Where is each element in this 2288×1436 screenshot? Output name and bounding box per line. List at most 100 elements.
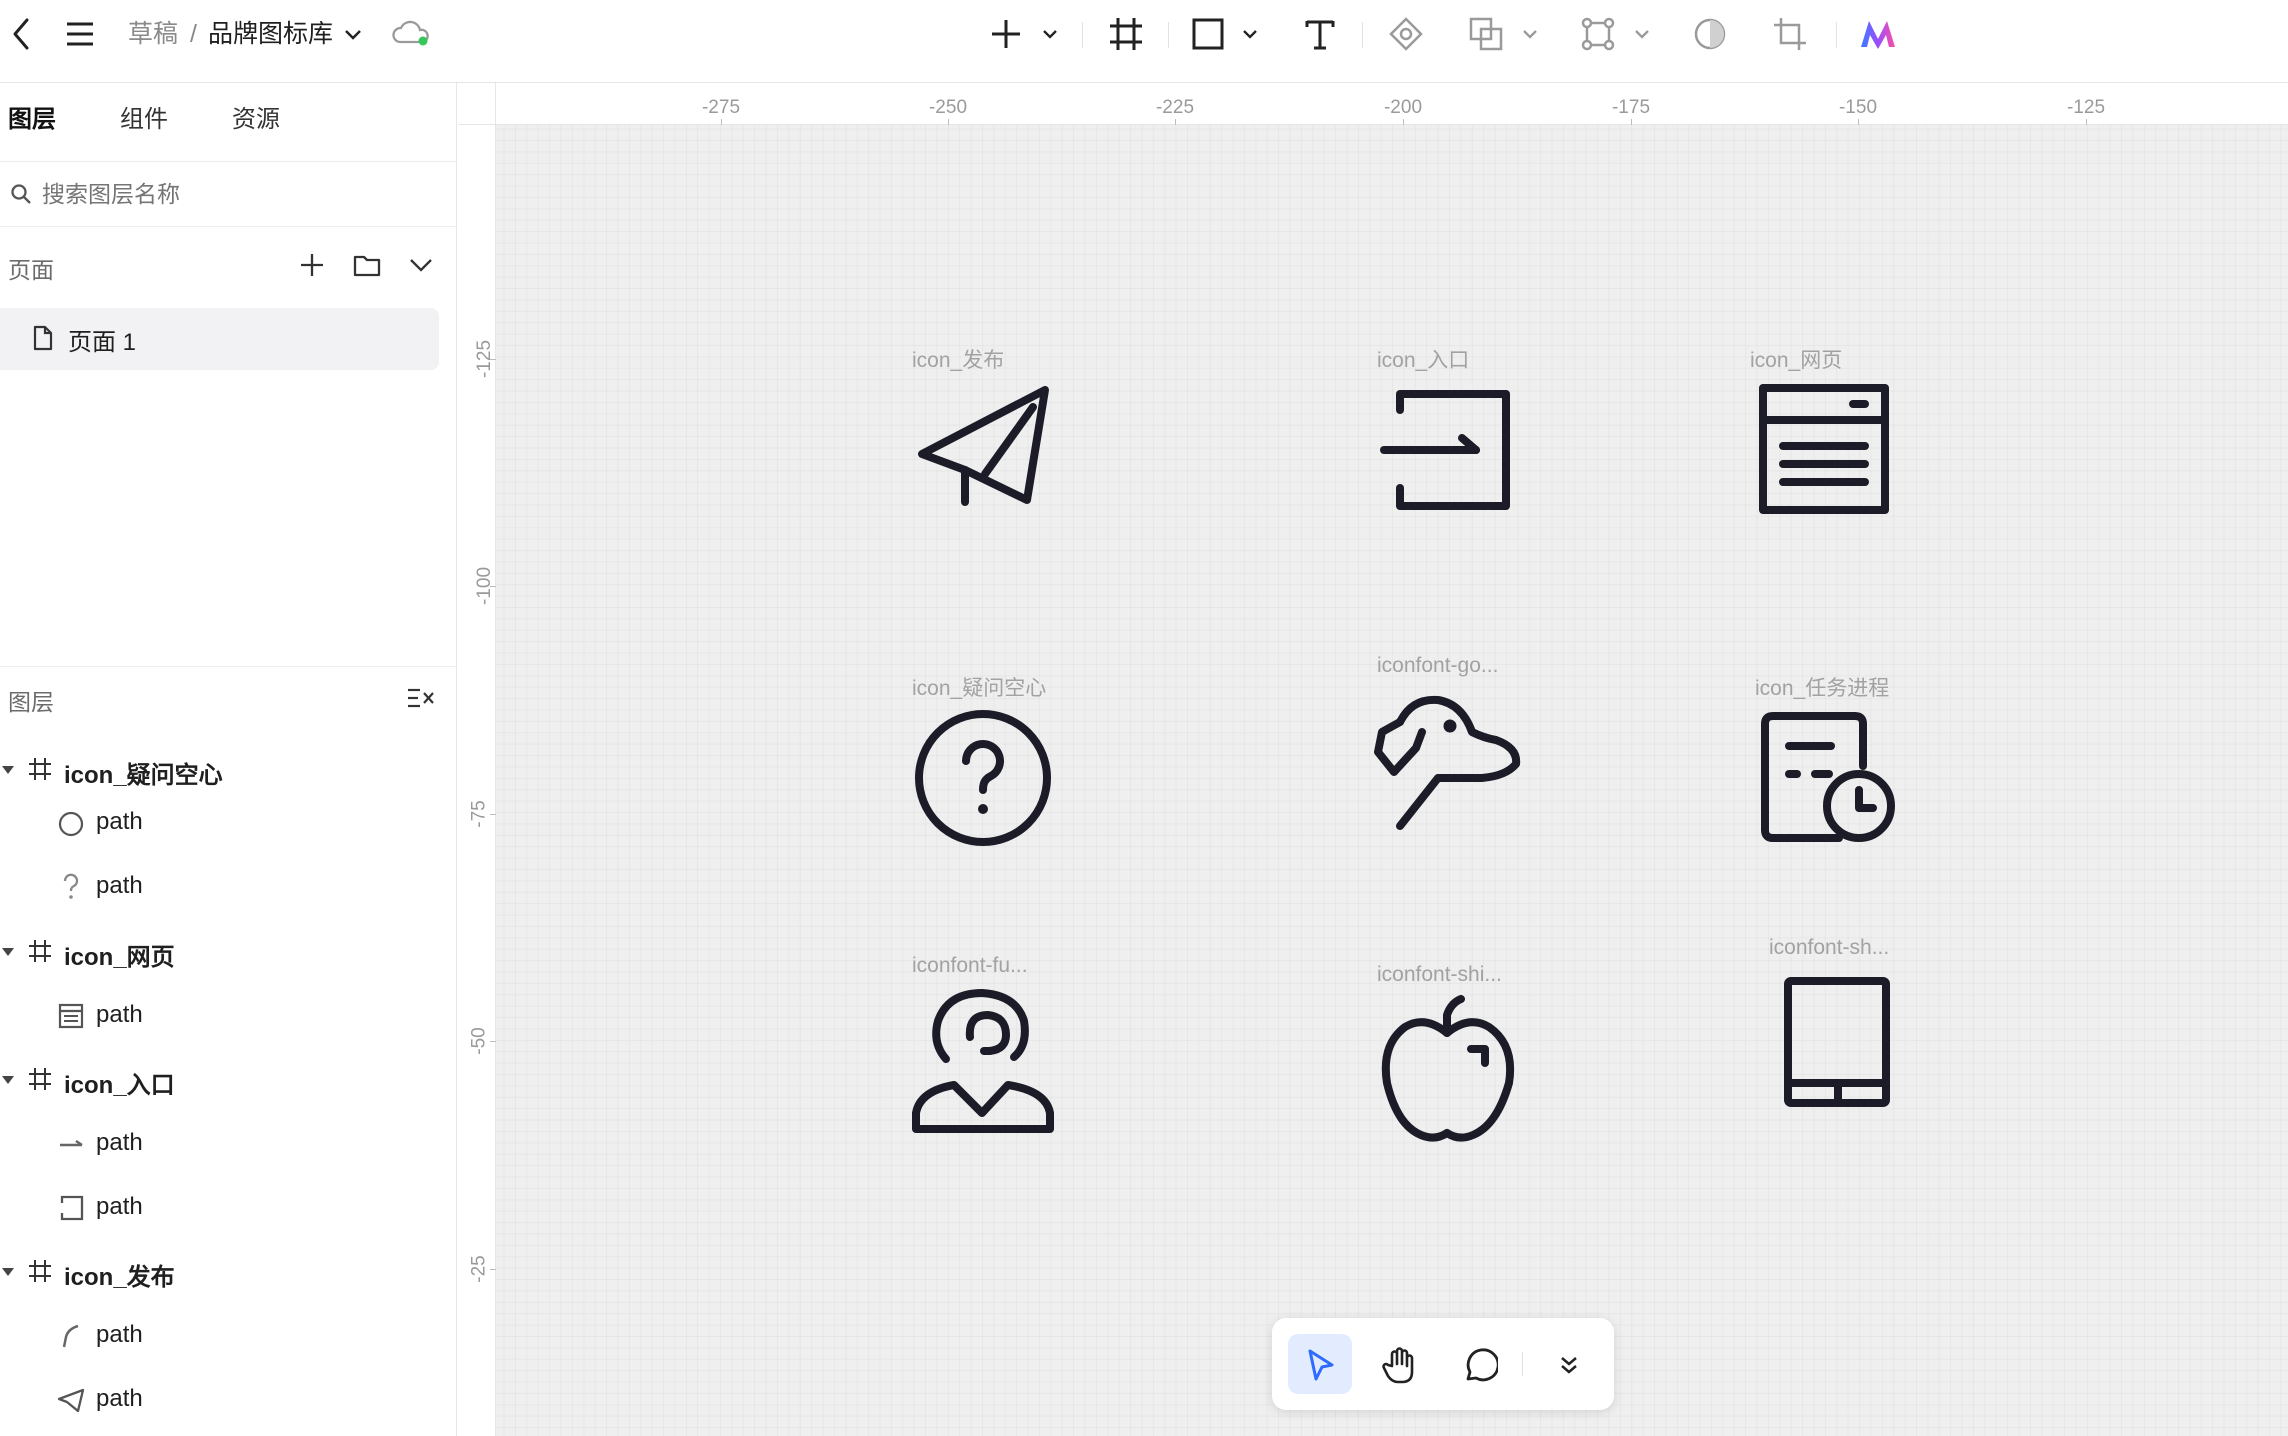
layer-row[interactable]: path (0, 988, 457, 1044)
customer-service-icon[interactable] (910, 985, 1056, 1135)
toolbar-divider (1168, 22, 1169, 48)
layer-name: path (96, 1129, 143, 1156)
chevron-down-icon[interactable] (1520, 24, 1540, 44)
layer-row[interactable]: path (0, 1180, 457, 1236)
layer-group-row[interactable]: icon_入口 (0, 1052, 457, 1108)
ruler-tick-mark (2086, 119, 2087, 125)
hand-tool-button[interactable] (1368, 1334, 1432, 1394)
menu-icon[interactable] (62, 16, 98, 52)
tab-components[interactable]: 组件 (120, 103, 168, 137)
ruler-tick-label: -25 (468, 1255, 490, 1283)
crop-tool-icon[interactable] (1770, 14, 1810, 54)
ruler-tick-label: -150 (1838, 97, 1878, 118)
collapse-all-icon[interactable] (406, 685, 436, 716)
webpage-icon[interactable] (1757, 382, 1891, 516)
chevron-down-icon[interactable] (1040, 24, 1060, 44)
more-tools-button[interactable] (1538, 1334, 1598, 1394)
chevron-down-icon[interactable] (342, 24, 364, 46)
tablet-icon[interactable] (1782, 975, 1894, 1109)
layer-name: path (96, 808, 143, 835)
ruler-tick-mark (490, 1269, 496, 1270)
rectangle-tool-icon[interactable] (1188, 14, 1228, 54)
tab-layers[interactable]: 图层 (8, 103, 56, 137)
paper-plane-icon[interactable] (915, 382, 1055, 512)
search-bar[interactable] (0, 163, 457, 225)
frame-tool-icon[interactable] (1106, 14, 1146, 54)
component-tool-icon[interactable] (1386, 14, 1426, 54)
layer-row[interactable]: path (0, 1116, 457, 1172)
text-tool-icon[interactable] (1300, 14, 1340, 54)
layers-section-title: 图层 (8, 689, 54, 715)
pages-section-title: 页面 (8, 257, 54, 283)
vector-edit-icon[interactable] (1578, 14, 1618, 54)
frame-label[interactable]: iconfont-go... (1377, 654, 1498, 678)
hand-icon (1382, 1347, 1414, 1384)
ruler-tick-label: -275 (701, 97, 741, 118)
chevron-down-icon[interactable] (1632, 24, 1652, 44)
boolean-tool-icon[interactable] (1466, 14, 1506, 54)
frame-icon (28, 1067, 52, 1096)
caret-down-icon[interactable] (2, 766, 14, 774)
add-icon[interactable] (986, 14, 1026, 54)
ruler-tick-mark (721, 119, 722, 125)
layer-group-row[interactable]: icon_发布 (0, 1244, 457, 1300)
page-file-icon (32, 324, 54, 357)
layer-row[interactable]: path (0, 1308, 457, 1364)
caret-down-icon[interactable] (2, 1268, 14, 1276)
question-mark-icon (62, 873, 80, 906)
layer-row[interactable]: path (0, 859, 457, 915)
layer-group-name: icon_发布 (64, 1264, 175, 1291)
ruler-tick-label: -175 (1611, 97, 1651, 118)
frame-icon (28, 757, 52, 786)
frame-label[interactable]: iconfont-fu... (912, 954, 1028, 978)
layer-group-name: icon_疑问空心 (64, 762, 223, 789)
select-tool-button[interactable] (1288, 1334, 1352, 1394)
question-circle-icon[interactable] (912, 707, 1054, 849)
chevron-down-icon[interactable] (408, 257, 434, 278)
search-input[interactable] (40, 175, 440, 213)
tab-assets[interactable]: 资源 (232, 103, 280, 137)
double-chevron-down-icon (1561, 1357, 1577, 1374)
toolbar-divider (1082, 22, 1083, 48)
ruler-corner (458, 83, 496, 125)
apple-icon[interactable] (1375, 995, 1519, 1143)
caret-down-icon[interactable] (2, 948, 14, 956)
cloud-sync-icon[interactable] (392, 18, 432, 48)
breadcrumb-current[interactable]: 品牌图标库 (208, 16, 333, 52)
add-page-icon[interactable] (298, 251, 326, 284)
layer-group-row[interactable]: icon_疑问空心 (0, 742, 457, 798)
ruler-tick-mark (1858, 119, 1859, 125)
ai-logo-icon[interactable] (1858, 14, 1898, 54)
frame-label[interactable]: icon_任务进程 (1755, 672, 1889, 702)
ruler-tick-mark (1175, 119, 1176, 125)
ruler-tick-label: -125 (2066, 97, 2106, 118)
frame-label[interactable]: icon_入口 (1377, 344, 1469, 374)
frame-label[interactable]: iconfont-sh... (1769, 936, 1889, 960)
frame-label[interactable]: icon_网页 (1750, 344, 1842, 374)
caret-down-icon[interactable] (2, 1076, 14, 1084)
layer-row[interactable]: path (0, 1372, 457, 1428)
layer-group-name: icon_入口 (64, 1072, 175, 1099)
layer-row[interactable]: path (0, 795, 457, 851)
ruler-tick-mark (490, 586, 496, 587)
bottom-toolbar (1272, 1318, 1614, 1410)
layer-group-row[interactable]: icon_网页 (0, 924, 457, 980)
breadcrumb-parent[interactable]: 草稿 (128, 16, 178, 52)
toolbar-divider (1836, 22, 1837, 48)
top-toolbar: 草稿 / 品牌图标库 (0, 0, 2288, 83)
comment-tool-button[interactable] (1448, 1334, 1512, 1394)
mask-tool-icon[interactable] (1690, 14, 1730, 54)
back-chevron-icon[interactable] (4, 16, 38, 52)
task-progress-icon[interactable] (1759, 710, 1899, 846)
page-item[interactable]: 页面 1 (0, 308, 439, 370)
frame-label[interactable]: iconfont-shi... (1377, 963, 1502, 987)
chevron-down-icon[interactable] (1240, 24, 1260, 44)
frame-label[interactable]: icon_发布 (912, 344, 1004, 374)
ruler-tick-mark (490, 1041, 496, 1042)
paper-plane-icon (56, 1387, 86, 1418)
frame-label[interactable]: icon_疑问空心 (912, 672, 1046, 702)
dog-icon[interactable] (1372, 692, 1524, 834)
folder-icon[interactable] (352, 251, 382, 284)
ruler-tick-label: -250 (928, 97, 968, 118)
login-entry-icon[interactable] (1380, 388, 1514, 512)
